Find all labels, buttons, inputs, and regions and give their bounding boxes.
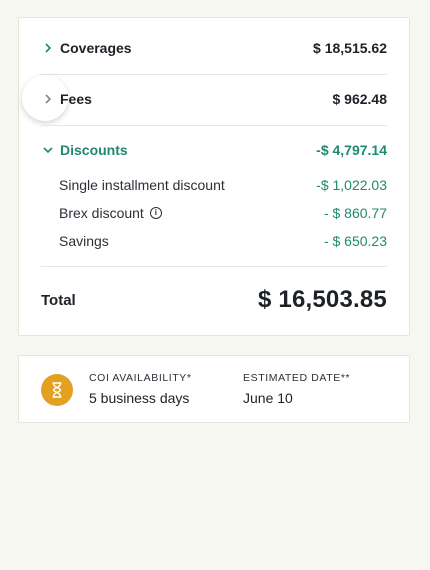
info-icon[interactable]: i xyxy=(149,207,162,219)
hourglass-icon xyxy=(41,374,73,406)
price-summary-card: Coverages $ 18,515.62 Fees $ 962.48 Disc… xyxy=(18,17,410,336)
estimated-date: ESTIMATED DATE** June 10 xyxy=(243,372,350,406)
fees-label: Fees xyxy=(60,91,92,107)
fees-row[interactable]: Fees $ 962.48 xyxy=(41,91,387,107)
divider xyxy=(41,125,387,126)
total-row: Total $ 16,503.85 xyxy=(41,286,387,314)
coi-availability-value: 5 business days xyxy=(89,390,190,406)
chevron-right-icon[interactable] xyxy=(41,94,55,104)
coi-card: COI AVAILABILITY* 5 business days ESTIMA… xyxy=(18,355,410,423)
fees-amount: $ 962.48 xyxy=(332,91,388,107)
discounts-amount: -$ 4,797.14 xyxy=(316,142,387,158)
coverages-label: Coverages xyxy=(60,40,132,56)
discount-item: Savings - $ 650.23 xyxy=(59,233,387,249)
estimated-date-label: ESTIMATED DATE** xyxy=(243,372,351,384)
page: Coverages $ 18,515.62 Fees $ 962.48 Disc… xyxy=(0,0,430,570)
discount-item-amount: -$ 1,022.03 xyxy=(316,177,387,193)
discount-item-label-wrap: Brex discount i xyxy=(59,205,162,221)
chevron-down-icon[interactable] xyxy=(41,146,55,154)
discount-item-label: Single installment discount xyxy=(59,177,225,193)
chevron-right-icon[interactable] xyxy=(41,43,55,53)
estimated-date-value: June 10 xyxy=(243,390,293,406)
discount-item: Single installment discount -$ 1,022.03 xyxy=(59,177,387,193)
discount-item-label: Savings xyxy=(59,233,109,249)
coverages-row[interactable]: Coverages $ 18,515.62 xyxy=(41,40,387,56)
divider xyxy=(41,74,387,75)
fees-row-left: Fees xyxy=(41,91,92,107)
coverages-row-left: Coverages xyxy=(41,40,132,56)
discounts-row[interactable]: Discounts -$ 4,797.14 xyxy=(41,142,387,158)
discount-item: Brex discount i - $ 860.77 xyxy=(59,205,387,221)
discount-item-amount: - $ 860.77 xyxy=(323,205,387,221)
discounts-row-left: Discounts xyxy=(41,142,128,158)
discount-item-amount: - $ 650.23 xyxy=(323,233,387,249)
total-label: Total xyxy=(41,291,76,309)
coverages-amount: $ 18,515.62 xyxy=(313,40,387,56)
divider xyxy=(41,266,387,267)
coi-availability: COI AVAILABILITY* 5 business days xyxy=(89,372,192,406)
discount-item-label: Brex discount xyxy=(59,205,144,221)
total-amount: $ 16,503.85 xyxy=(258,286,387,313)
coi-availability-label: COI AVAILABILITY* xyxy=(89,372,192,384)
discounts-label: Discounts xyxy=(60,142,128,158)
